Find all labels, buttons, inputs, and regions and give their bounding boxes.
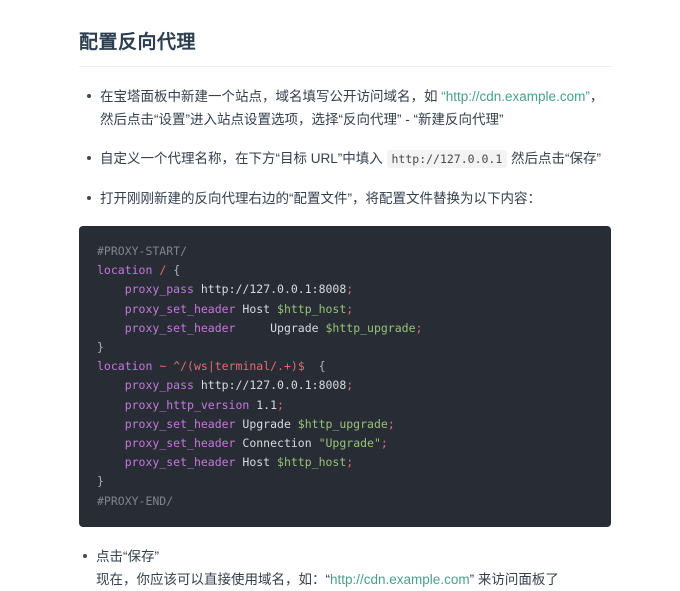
code-token-comment: #PROXY-START/ bbox=[97, 244, 188, 258]
list-item: 自定义一个代理名称，在下方“目标 URL”中填入 http://127.0.0.… bbox=[79, 147, 612, 171]
page-title: 配置反向代理 bbox=[79, 32, 197, 53]
code-line: } bbox=[97, 474, 104, 488]
code-line: } bbox=[97, 340, 104, 354]
final-step-label: 点击“保存” bbox=[96, 548, 159, 564]
documentation-page: 配置反向代理 在宝塔面板中新建一个站点，域名填写公开访问域名，如 “http:/… bbox=[0, 0, 680, 587]
code-token-plain: Host bbox=[235, 455, 278, 470]
step-text: 自定义一个代理名称，在下方“目标 URL”中填入 bbox=[100, 151, 387, 166]
code-token-comment: #PROXY-END/ bbox=[97, 493, 174, 508]
code-content: #PROXY-START/ location / { proxy_pass ht… bbox=[79, 242, 611, 511]
code-token-keyword: proxy_pass bbox=[124, 378, 194, 393]
step-text: 然后点击“保存” bbox=[507, 151, 602, 166]
code-token-var: $http_host bbox=[277, 301, 347, 316]
code-token-plain: Upgrade bbox=[235, 416, 298, 431]
code-token-keyword: proxy_http_version bbox=[124, 397, 250, 412]
code-token-var: $http_upgrade bbox=[297, 416, 388, 431]
code-token-plain: 1.1 bbox=[249, 397, 278, 412]
inline-code: http://127.0.0.1 bbox=[386, 150, 508, 168]
code-token-plain: Connection bbox=[235, 436, 319, 451]
code-line: proxy_pass http://127.0.0.1:8008; bbox=[97, 378, 354, 393]
code-token-keyword: proxy_set_header bbox=[124, 455, 236, 470]
code-token-operator: ; bbox=[415, 320, 423, 335]
steps-list: 在宝塔面板中新建一个站点，域名填写公开访问域名，如 “http://cdn.ex… bbox=[79, 85, 612, 210]
code-line: proxy_set_header Host $http_host; bbox=[97, 301, 354, 316]
code-token-punct: { bbox=[318, 359, 326, 374]
external-link[interactable]: http://cdn.example.com bbox=[446, 89, 586, 104]
code-token-operator: ; bbox=[380, 436, 388, 451]
code-token-operator: ; bbox=[346, 282, 354, 297]
code-token-punct: } bbox=[97, 474, 104, 489]
step-text: 打开刚刚新建的反向代理右边的“配置文件”，将配置文件替换为以下内容： bbox=[100, 191, 541, 206]
code-token-var: $http_host bbox=[277, 455, 347, 470]
code-token-keyword: location bbox=[97, 359, 153, 374]
continuation-prefix: 现在，你应该可以直接使用域名，如：“ bbox=[96, 571, 330, 587]
code-token-plain: http://127.0.0.1:8008 bbox=[193, 378, 347, 393]
code-token-operator: ; bbox=[387, 416, 395, 431]
code-token-operator: ; bbox=[346, 378, 354, 393]
code-token-punct: { bbox=[173, 263, 181, 278]
code-token-operator: ^/(ws|terminal/.+)$ bbox=[173, 359, 305, 374]
code-token-operator: ; bbox=[277, 397, 284, 412]
code-line: location / { bbox=[97, 263, 180, 277]
code-token-keyword: proxy_pass bbox=[124, 282, 194, 297]
external-link[interactable]: http://cdn.example.com bbox=[330, 572, 470, 587]
code-token-plain: http://127.0.0.1:8008 bbox=[193, 282, 347, 297]
title-divider bbox=[79, 66, 612, 67]
code-token-plain: Host bbox=[235, 301, 278, 316]
code-line: location ~ ^/(ws|terminal/.+)$ { bbox=[97, 359, 326, 373]
continuation-suffix: ” 来访问面板了 bbox=[469, 571, 559, 587]
code-line: #PROXY-START/ bbox=[97, 244, 187, 258]
code-token-punct: } bbox=[97, 340, 104, 355]
code-token-keyword: proxy_set_header bbox=[124, 320, 236, 335]
code-token-string: "Upgrade" bbox=[318, 436, 381, 451]
list-item: 打开刚刚新建的反向代理右边的“配置文件”，将配置文件替换为以下内容： bbox=[79, 187, 612, 210]
code-token-keyword: proxy_set_header bbox=[124, 436, 236, 451]
code-token-operator: ; bbox=[346, 301, 354, 316]
code-token-plain: Upgrade bbox=[235, 320, 326, 335]
code-line: proxy_set_header Upgrade $http_upgrade; bbox=[97, 417, 395, 431]
step-text: 在宝塔面板中新建一个站点，域名填写公开访问域名，如 bbox=[100, 89, 442, 104]
list-item: 在宝塔面板中新建一个站点，域名填写公开访问域名，如 “http://cdn.ex… bbox=[79, 85, 612, 131]
code-token-keyword: proxy_set_header bbox=[124, 301, 236, 316]
code-line: #PROXY-END/ bbox=[97, 494, 173, 508]
code-token-keyword: proxy_set_header bbox=[124, 416, 236, 431]
nginx-config-code-block[interactable]: #PROXY-START/ location / { proxy_pass ht… bbox=[79, 226, 611, 527]
code-line: proxy_set_header Connection "Upgrade"; bbox=[97, 436, 388, 450]
code-line: proxy_set_header Upgrade $http_upgrade; bbox=[97, 320, 423, 335]
code-token-operator: ; bbox=[346, 455, 354, 470]
list-item: 点击“保存” 现在，你应该可以直接使用域名，如：“http://cdn.exam… bbox=[79, 545, 612, 591]
code-line: proxy_set_header Host $http_host; bbox=[97, 455, 354, 470]
final-step-continuation: 现在，你应该可以直接使用域名，如：“http://cdn.example.com… bbox=[96, 568, 612, 591]
final-step-list: 点击“保存” 现在，你应该可以直接使用域名，如：“http://cdn.exam… bbox=[79, 545, 612, 591]
code-token-var: $http_upgrade bbox=[325, 320, 416, 335]
code-line: proxy_pass http://127.0.0.1:8008; bbox=[97, 282, 354, 297]
code-token-keyword: location bbox=[97, 263, 153, 278]
code-line: proxy_http_version 1.1; bbox=[97, 398, 284, 412]
